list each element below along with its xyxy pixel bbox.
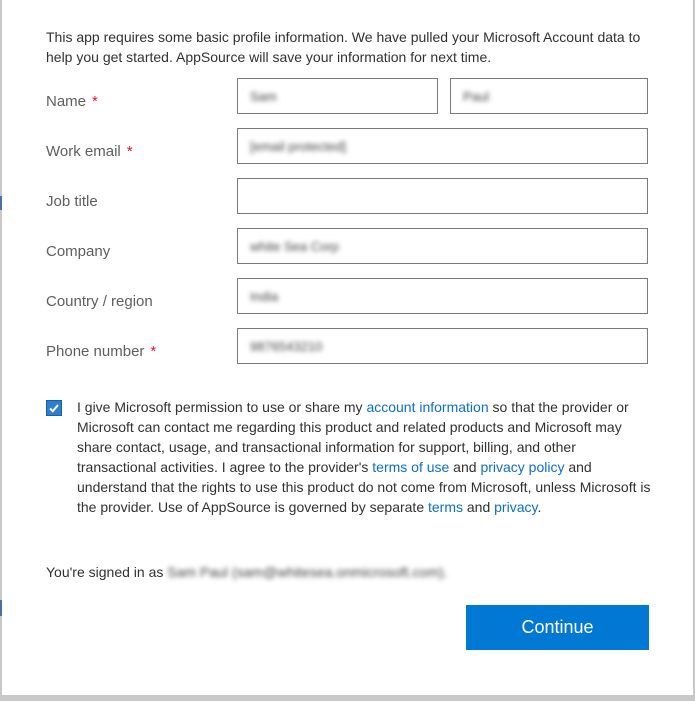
- country-label: Country / region: [46, 293, 153, 310]
- work-email-value: [email protected]: [250, 138, 347, 154]
- window-edge-mark: [0, 600, 2, 616]
- signed-in-text: You're signed in as Sam Paul (sam@whites…: [46, 564, 448, 580]
- account-information-link[interactable]: account information: [366, 399, 488, 415]
- terms-link[interactable]: terms: [428, 499, 463, 515]
- privacy-link[interactable]: privacy: [494, 499, 537, 515]
- privacy-policy-link[interactable]: privacy policy: [480, 459, 564, 475]
- consent-checkbox[interactable]: [46, 400, 62, 416]
- intro-text: This app requires some basic profile inf…: [46, 29, 641, 65]
- job-title-input[interactable]: [237, 178, 648, 214]
- required-marker: *: [150, 343, 157, 360]
- terms-of-use-link[interactable]: terms of use: [372, 459, 449, 475]
- country-value: India: [250, 288, 279, 304]
- first-name-input[interactable]: Sam: [237, 78, 438, 114]
- signed-in-account: Sam Paul (sam@whitesea.onmicrosoft.com).: [167, 564, 448, 580]
- company-label: Company: [46, 243, 111, 260]
- job-title-label: Job title: [46, 193, 98, 210]
- phone-value: 9876543210: [250, 338, 323, 354]
- checkmark-icon: [49, 404, 59, 413]
- required-marker: *: [92, 93, 98, 110]
- company-value: white Sea Corp: [250, 238, 339, 254]
- consent-text: I give Microsoft permission to use or sh…: [77, 399, 651, 515]
- country-input[interactable]: India: [237, 278, 648, 314]
- work-email-input[interactable]: [email protected]: [237, 128, 648, 164]
- phone-label: Phone number *: [46, 343, 157, 360]
- continue-button[interactable]: Continue: [466, 605, 649, 650]
- name-label: Name *: [46, 93, 98, 110]
- last-name-input[interactable]: Paul: [450, 78, 648, 114]
- work-email-label: Work email *: [46, 143, 133, 160]
- window-edge-mark: [0, 196, 2, 210]
- last-name-value: Paul: [463, 88, 490, 104]
- first-name-value: Sam: [250, 88, 277, 104]
- phone-input[interactable]: 9876543210: [237, 328, 648, 364]
- required-marker: *: [126, 143, 133, 160]
- company-input[interactable]: white Sea Corp: [237, 228, 648, 264]
